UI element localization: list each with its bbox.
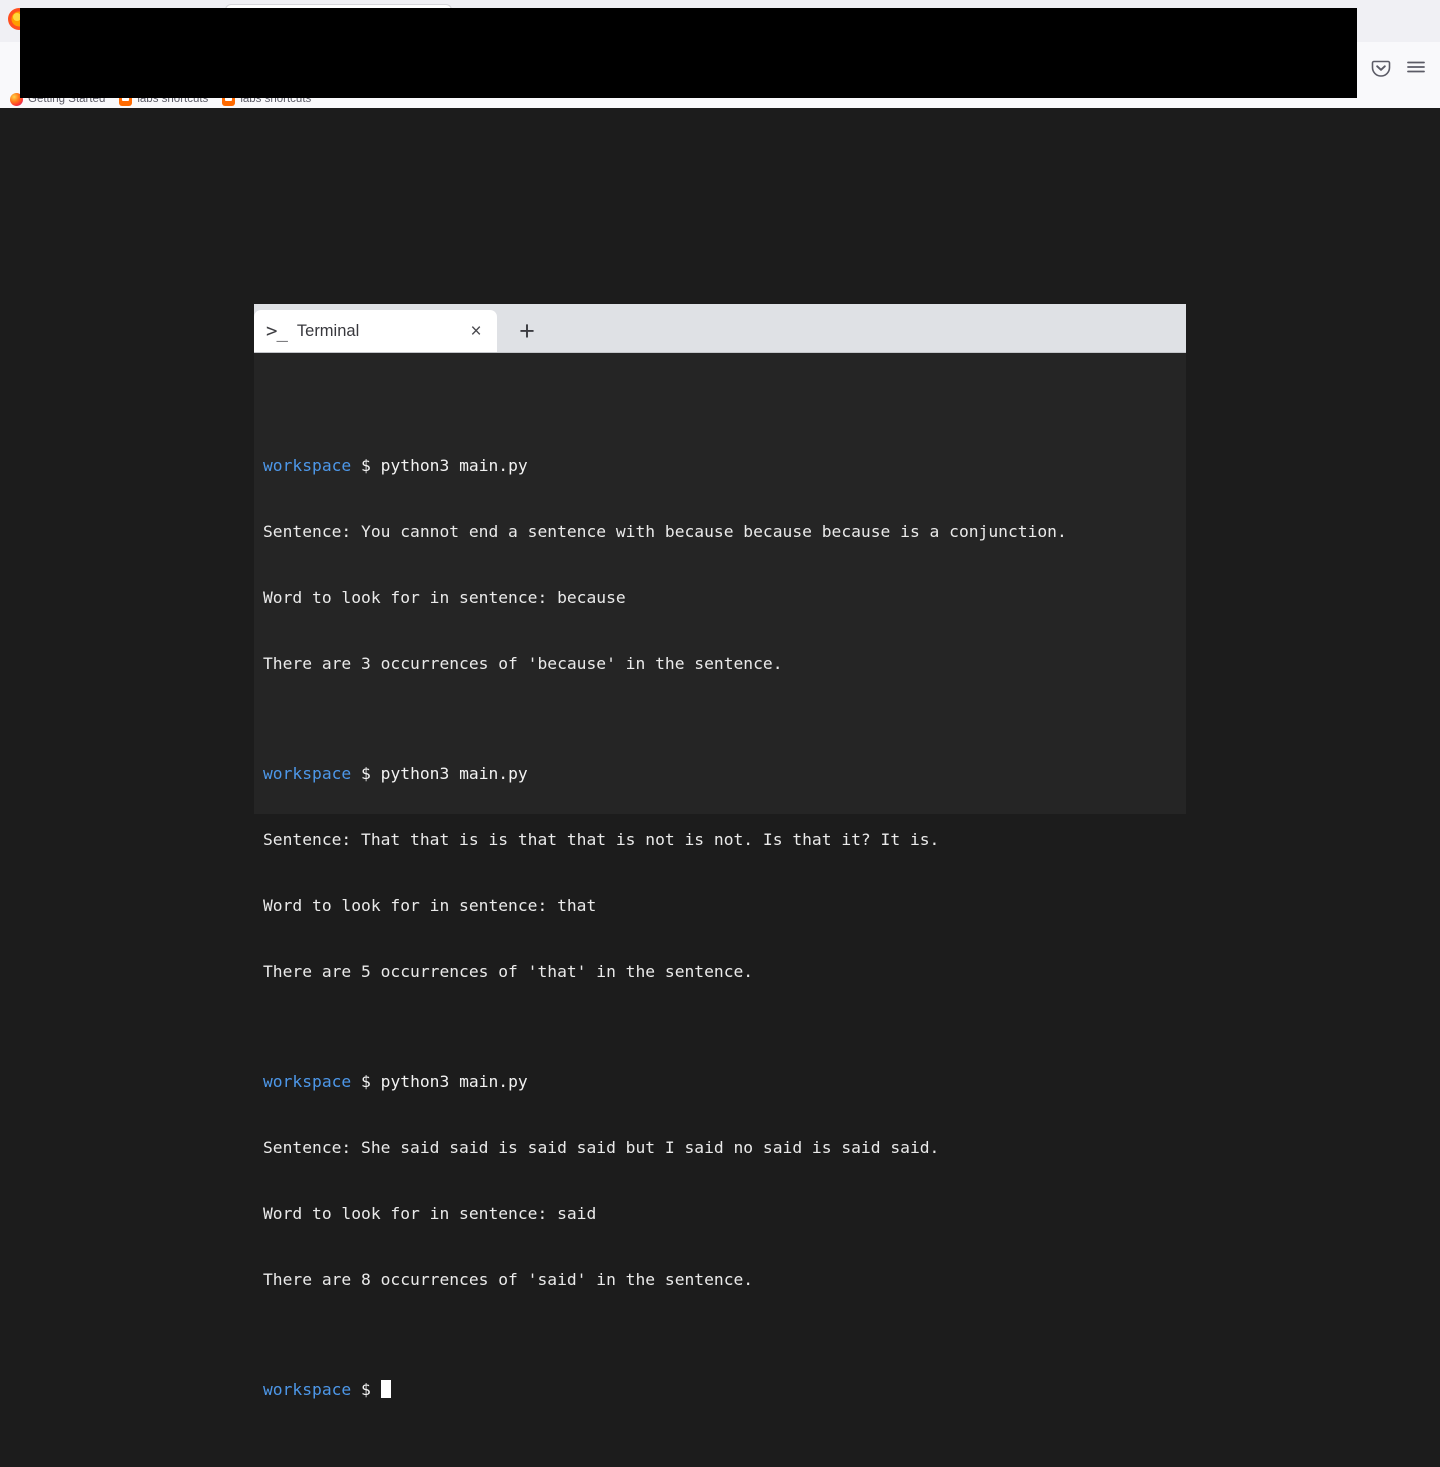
terminal-prompt-line: workspace $ python3 main.py: [263, 1071, 1186, 1093]
terminal-output-line: Sentence: You cannot end a sentence with…: [263, 522, 1067, 541]
terminal-command: python3 main.py: [380, 456, 528, 475]
terminal-command: python3 main.py: [380, 764, 528, 783]
terminal-output-line: Word to look for in sentence: that: [263, 896, 597, 915]
prompt-host: workspace: [263, 456, 352, 475]
terminal-window: >_ Terminal × + workspace $ python3 main…: [254, 304, 1186, 1399]
page-background: >_ Terminal × + workspace $ python3 main…: [0, 108, 1440, 1399]
prompt-host: workspace: [263, 1072, 352, 1091]
terminal-active-prompt-line: workspace $: [263, 1379, 1186, 1401]
prompt-symbol: $: [361, 456, 371, 475]
browser-chrome: Getting Started labs shortcuts labs shor…: [0, 0, 1440, 108]
redaction-overlay: [20, 8, 1357, 98]
prompt-host: workspace: [263, 764, 352, 783]
terminal-output-area[interactable]: workspace $ python3 main.py Sentence: Yo…: [254, 353, 1186, 1467]
pocket-icon[interactable]: [1368, 54, 1394, 80]
prompt-symbol: $: [361, 1380, 371, 1399]
terminal-prompt-line: workspace $ python3 main.py: [263, 455, 1186, 477]
terminal-output-line: Word to look for in sentence: because: [263, 588, 626, 607]
new-tab-button[interactable]: +: [509, 314, 545, 348]
prompt-symbol: $: [361, 1072, 371, 1091]
prompt-symbol: $: [361, 764, 371, 783]
terminal-cursor: [380, 1380, 391, 1398]
terminal-output-line: Sentence: She said said is said said but…: [263, 1138, 940, 1157]
terminal-prompt-line: workspace $ python3 main.py: [263, 763, 1186, 785]
prompt-icon: >_: [266, 319, 288, 342]
terminal-tab-label: Terminal: [296, 321, 360, 340]
hamburger-menu-icon[interactable]: [1403, 54, 1429, 80]
terminal-output-line: Word to look for in sentence: said: [263, 1204, 597, 1223]
terminal-command: python3 main.py: [380, 1072, 528, 1091]
prompt-host: workspace: [263, 1380, 352, 1399]
terminal-tab-active[interactable]: >_ Terminal ×: [254, 310, 497, 352]
terminal-output-line: There are 3 occurrences of 'because' in …: [263, 654, 783, 673]
terminal-output-line: There are 5 occurrences of 'that' in the…: [263, 962, 754, 981]
terminal-output-line: There are 8 occurrences of 'said' in the…: [263, 1270, 754, 1289]
close-icon[interactable]: ×: [459, 314, 493, 348]
terminal-tab-bar: >_ Terminal × +: [254, 304, 1186, 353]
terminal-output-line: Sentence: That that is is that that is n…: [263, 830, 940, 849]
